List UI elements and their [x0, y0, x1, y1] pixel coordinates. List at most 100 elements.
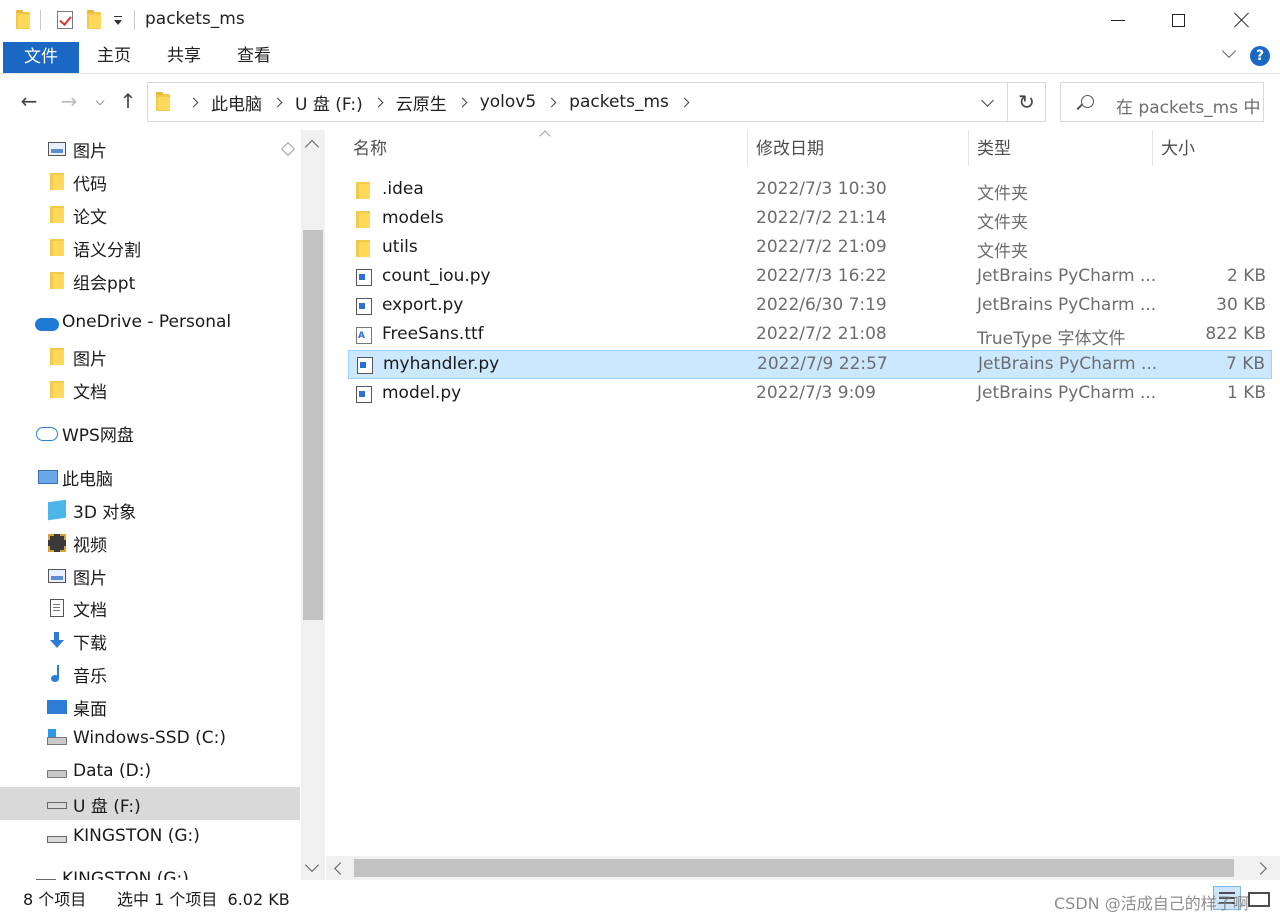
minimize-button[interactable] [1086, 0, 1150, 40]
address-bar[interactable]: 此电脑 U 盘 (F:) 云原生 yolov5 packets_ms [147, 82, 1008, 122]
up-arrow-icon[interactable]: ↑ [116, 88, 140, 114]
recent-locations-chevron-icon[interactable]: ⌵ [92, 88, 108, 114]
table-row[interactable]: .idea 2022/7/3 10:30 文件夹 [348, 176, 1272, 205]
column-header-type[interactable]: 类型 [977, 130, 1147, 168]
breadcrumb-chevron-icon[interactable] [272, 97, 283, 107]
scroll-up-arrow-icon[interactable] [304, 139, 320, 155]
sidebar-item-data-drive[interactable]: Data (D:) [0, 756, 300, 789]
file-name: count_iou.py [382, 266, 491, 286]
column-divider[interactable] [968, 130, 969, 166]
file-type: JetBrains PyCharm ... [977, 383, 1157, 403]
breadcrumb-chevron-icon[interactable] [188, 97, 199, 107]
sidebar-item-label: OneDrive - Personal [62, 312, 232, 332]
close-icon [1234, 12, 1250, 28]
scroll-left-arrow-icon[interactable] [334, 862, 347, 875]
tab-view[interactable]: 查看 [224, 40, 284, 73]
breadcrumb-chevron-icon[interactable] [457, 97, 468, 107]
file-type: 文件夹 [977, 213, 1028, 233]
column-divider[interactable] [747, 130, 748, 166]
table-row[interactable]: models 2022/7/2 21:14 文件夹 [348, 205, 1272, 234]
close-button[interactable] [1210, 0, 1274, 40]
sidebar-item-code[interactable]: 代码 [0, 165, 300, 198]
tab-home[interactable]: 主页 [84, 40, 144, 73]
table-row[interactable]: myhandler.py 2022/7/9 22:57 JetBrains Py… [348, 350, 1272, 379]
sidebar-item-label: 语义分割 [73, 241, 141, 261]
minimize-icon [1111, 19, 1125, 21]
breadcrumb-cloud-native[interactable]: 云原生 [396, 90, 447, 115]
sidebar-item-music[interactable]: 音乐 [0, 657, 300, 690]
scrollbar-thumb[interactable] [303, 230, 323, 620]
pictures-icon [48, 142, 66, 156]
navigation-pane-scrollbar[interactable] [301, 130, 325, 880]
column-header-name[interactable]: 名称 [353, 130, 743, 168]
wps-cloud-icon [36, 427, 58, 441]
column-divider[interactable] [1152, 130, 1153, 166]
back-arrow-icon[interactable]: ← [16, 88, 42, 114]
search-placeholder: 在 packets_ms 中... [1116, 98, 1262, 118]
sidebar-item-kingston-network[interactable]: KINGSTON (G:) [0, 864, 300, 880]
file-list-horizontal-scrollbar[interactable] [326, 856, 1280, 880]
maximize-button[interactable] [1146, 0, 1210, 40]
table-row[interactable]: FreeSans.ttf 2022/7/2 21:08 TrueType 字体文… [348, 321, 1272, 350]
column-header-size[interactable]: 大小 [1161, 130, 1271, 168]
breadcrumb-usb-drive[interactable]: U 盘 (F:) [295, 90, 363, 115]
breadcrumb-chevron-icon[interactable] [373, 97, 384, 107]
table-row[interactable]: utils 2022/7/2 21:09 文件夹 [348, 234, 1272, 263]
folder-icon [356, 240, 370, 257]
sidebar-item-label: 图片 [73, 142, 107, 162]
tab-share[interactable]: 共享 [154, 40, 214, 73]
pin-icon[interactable] [280, 141, 296, 157]
breadcrumb-this-pc[interactable]: 此电脑 [211, 90, 262, 115]
sidebar-item-meeting-ppt[interactable]: 组会ppt [0, 264, 300, 297]
sidebar-item-desktop[interactable]: 桌面 [0, 690, 300, 723]
sidebar-item-windows-ssd[interactable]: Windows-SSD (C:) [0, 723, 300, 756]
sidebar-item-3d-objects[interactable]: 3D 对象 [0, 493, 300, 526]
sidebar-item-wps-drive[interactable]: WPS网盘 [0, 416, 300, 449]
tab-file[interactable]: 文件 [3, 42, 79, 73]
breadcrumb-chevron-icon[interactable] [546, 97, 557, 107]
scroll-down-arrow-icon[interactable] [304, 857, 320, 873]
breadcrumb-yolov5[interactable]: yolov5 [480, 92, 536, 112]
folder-icon [50, 381, 64, 398]
address-history-chevron-icon[interactable] [976, 82, 1000, 122]
sidebar-item-usb-drive[interactable]: U 盘 (F:) [0, 787, 300, 820]
sidebar-item-papers[interactable]: 论文 [0, 198, 300, 231]
sidebar-item-segmentation[interactable]: 语义分割 [0, 231, 300, 264]
watermark: CSDN @活成自己的样子啊 [1054, 894, 1249, 913]
table-row[interactable]: count_iou.py 2022/7/3 16:22 JetBrains Py… [348, 263, 1272, 292]
file-date: 2022/7/2 21:08 [756, 324, 887, 344]
breadcrumb-packets-ms[interactable]: packets_ms [569, 92, 669, 112]
breadcrumb-chevron-icon[interactable] [679, 97, 690, 107]
sidebar-item-documents[interactable]: 文档 [0, 591, 300, 624]
customize-quick-access-icon[interactable] [111, 10, 125, 30]
folder-icon [156, 92, 170, 111]
divider [40, 10, 41, 30]
column-header-date[interactable]: 修改日期 [756, 130, 966, 168]
sidebar-item-pictures-pinned[interactable]: 图片 [0, 132, 300, 165]
folder-icon [50, 348, 64, 365]
expand-ribbon-chevron-icon[interactable] [1222, 48, 1236, 62]
sidebar-item-onedrive[interactable]: OneDrive - Personal [0, 307, 300, 340]
sidebar-item-label: KINGSTON (G:) [73, 826, 200, 846]
sidebar-item-videos[interactable]: 视频 [0, 526, 300, 559]
python-file-icon [356, 386, 372, 403]
window-title: packets_ms [145, 9, 245, 29]
sidebar-item-this-pc[interactable]: 此电脑 [0, 460, 300, 493]
drive-icon [47, 770, 67, 778]
table-row[interactable]: model.py 2022/7/3 9:09 JetBrains PyCharm… [348, 380, 1272, 409]
table-row[interactable]: export.py 2022/6/30 7:19 JetBrains PyCha… [348, 292, 1272, 321]
sidebar-item-pictures[interactable]: 图片 [0, 559, 300, 592]
sidebar-item-onedrive-documents[interactable]: 文档 [0, 373, 300, 406]
properties-check-icon[interactable] [55, 10, 75, 30]
sidebar-item-onedrive-pictures[interactable]: 图片 [0, 340, 300, 373]
search-input[interactable]: 在 packets_ms 中... [1060, 82, 1264, 122]
scrollbar-thumb[interactable] [354, 859, 1234, 877]
forward-arrow-icon[interactable]: → [56, 88, 82, 114]
new-folder-icon[interactable] [85, 9, 103, 30]
search-icon [1081, 95, 1094, 108]
sidebar-item-downloads[interactable]: 下载 [0, 624, 300, 657]
refresh-button[interactable]: ↻ [1008, 82, 1046, 122]
scroll-right-arrow-icon[interactable] [1254, 862, 1267, 875]
sidebar-item-kingston[interactable]: KINGSTON (G:) [0, 821, 300, 854]
help-icon[interactable]: ? [1250, 46, 1270, 66]
